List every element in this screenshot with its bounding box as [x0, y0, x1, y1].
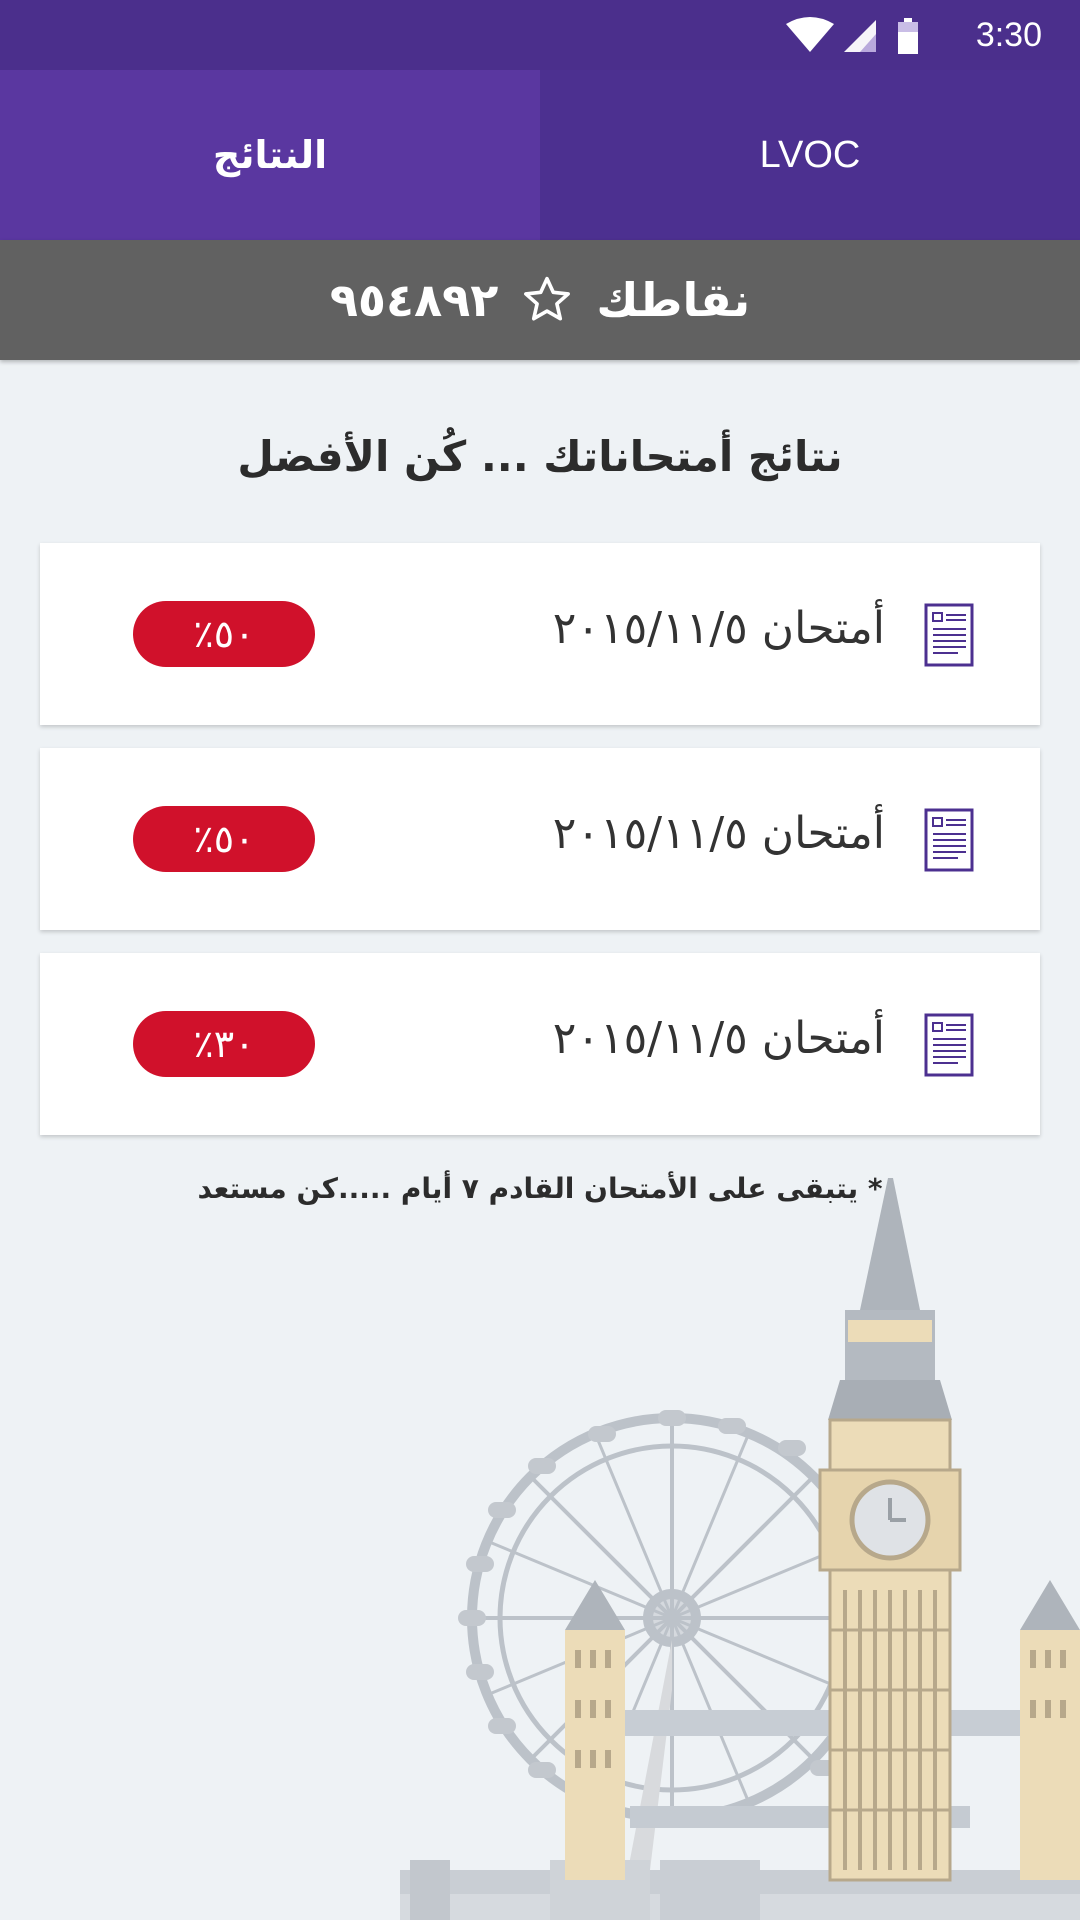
tower-left-illustration — [565, 1580, 625, 1880]
status-time: 3:30 — [975, 16, 1042, 54]
tab-lvoc[interactable]: LVOC — [540, 70, 1080, 240]
tab-lvoc-label: LVOC — [759, 133, 861, 176]
tower-right-illustration — [1020, 1580, 1080, 1880]
result-card[interactable]: أمتحان ٢٠١٥/١١/٥ ٥٠٪ — [40, 748, 1040, 930]
page-headline: نتائج أمتحاناتك ... كُن الأفضل — [237, 432, 843, 481]
result-title: أمتحان ٢٠١٥/١١/٥ — [552, 808, 885, 859]
points-bar: نقاطك ٩٥٤٨٩٢ — [0, 240, 1080, 360]
status-bar: 3:30 — [0, 0, 1080, 70]
score-badge: ٣٠٪ — [133, 1011, 315, 1077]
document-icon — [924, 1013, 974, 1077]
points-value: ٩٥٤٨٩٢ — [329, 273, 499, 327]
london-skyline-illustration — [400, 1178, 1080, 1920]
battery-icon — [898, 18, 918, 54]
tab-results-label: النتائج — [212, 133, 328, 177]
next-exam-footnote: * يتبقى على الأمتحان القادم ٧ أيام .....… — [197, 1172, 883, 1205]
document-icon — [924, 808, 974, 872]
signal-icon — [844, 20, 876, 52]
result-card[interactable]: أمتحان ٢٠١٥/١١/٥ ٥٠٪ — [40, 543, 1040, 725]
bridge-illustration — [400, 1806, 1080, 1920]
points-label: نقاطك — [596, 273, 751, 327]
status-icons — [786, 17, 918, 54]
score-badge: ٥٠٪ — [133, 806, 315, 872]
tab-results[interactable]: النتائج — [0, 70, 540, 240]
result-title: أمتحان ٢٠١٥/١١/٥ — [552, 1013, 885, 1064]
results-list: أمتحان ٢٠١٥/١١/٥ ٥٠٪ أمتحان ٢٠١٥/١١/٥ ٥٠… — [40, 543, 1040, 1158]
result-card[interactable]: أمتحان ٢٠١٥/١١/٥ ٣٠٪ — [40, 953, 1040, 1135]
tab-bar: النتائج LVOC — [0, 70, 1080, 240]
wifi-icon — [786, 17, 834, 52]
score-badge: ٥٠٪ — [133, 601, 315, 667]
ferris-wheel-illustration — [458, 1410, 877, 1870]
document-icon — [924, 603, 974, 667]
big-ben-illustration — [818, 1178, 962, 1882]
result-title: أمتحان ٢٠١٥/١١/٥ — [552, 603, 885, 654]
star-outline-icon — [524, 276, 571, 321]
bridge-walkway-illustration — [625, 1710, 1020, 1736]
